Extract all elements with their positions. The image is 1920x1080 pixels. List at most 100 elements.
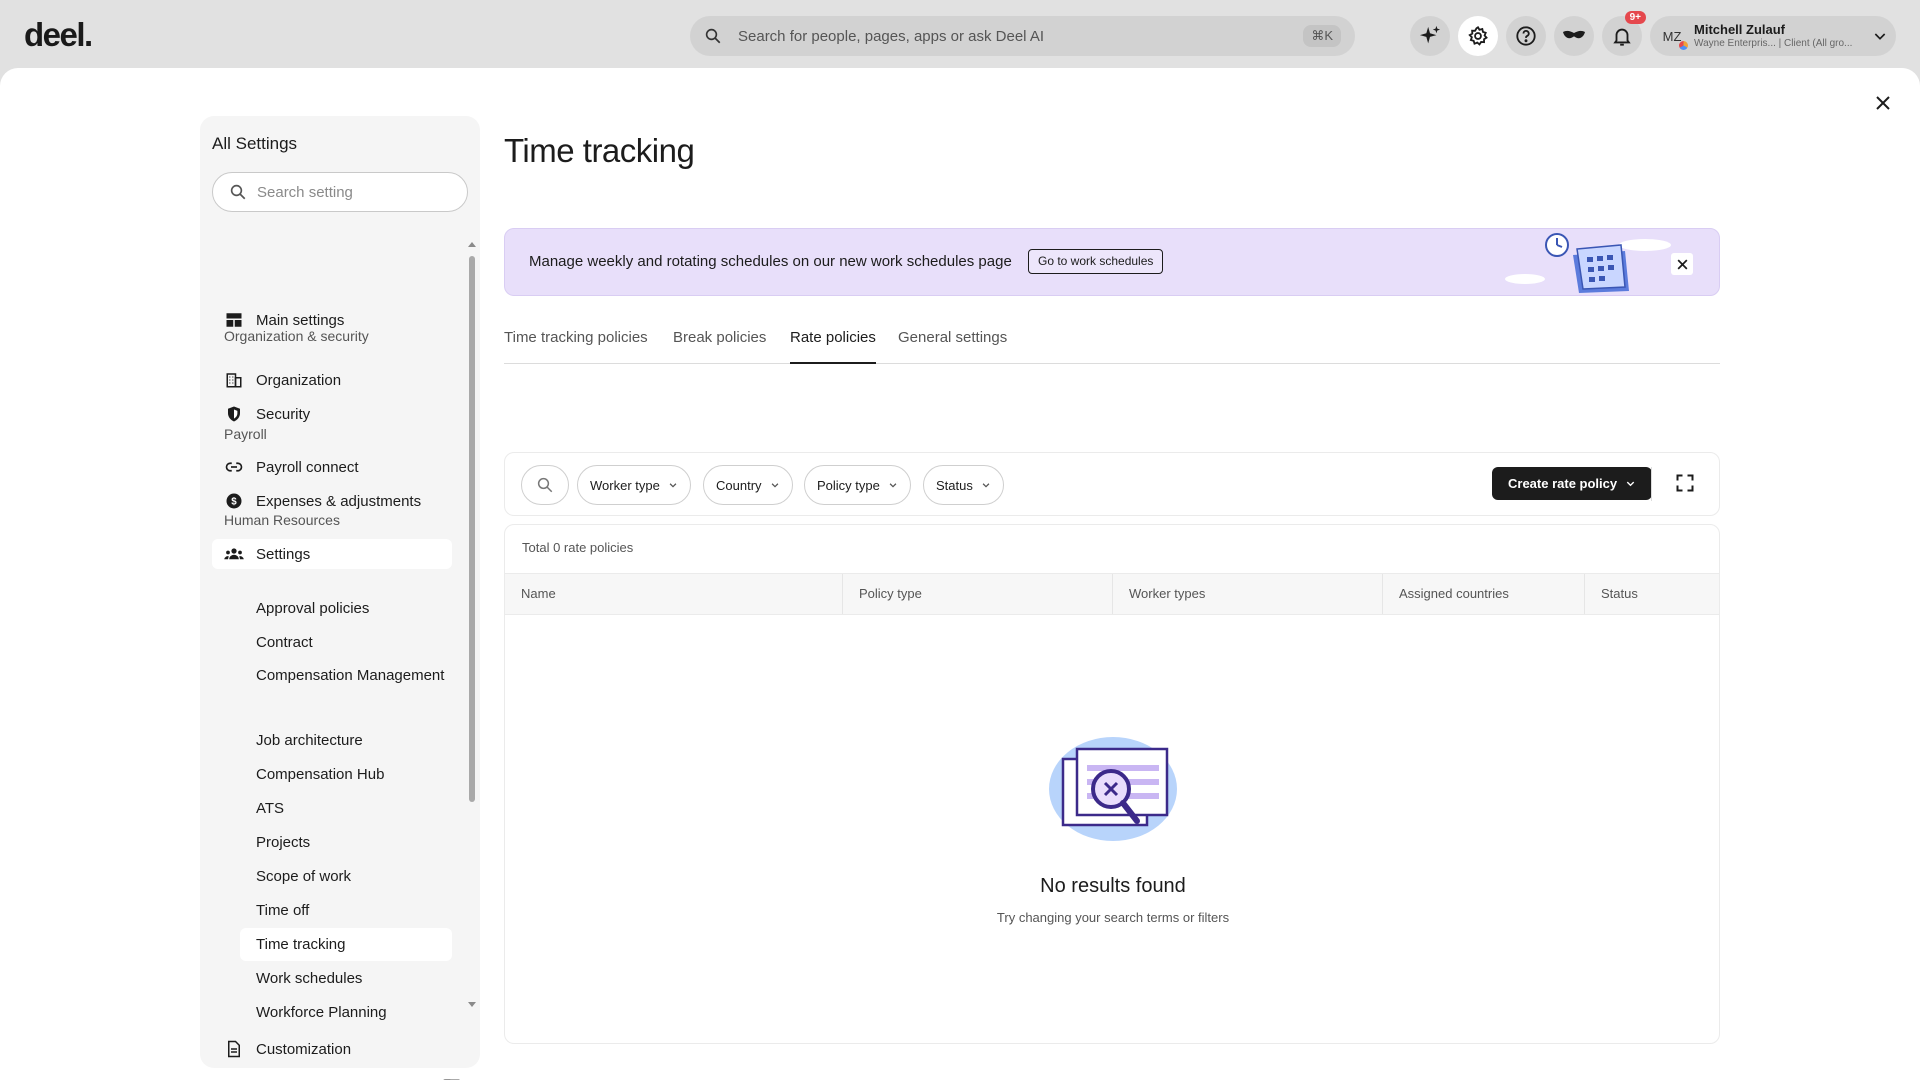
user-name: Mitchell Zulauf xyxy=(1694,23,1785,38)
sidebar-item-label: Payroll connect xyxy=(256,458,359,476)
sidebar-subitem-compensation-management[interactable]: Compensation Management xyxy=(240,659,452,692)
sidebar-subitem-scope-of-work[interactable]: Scope of work xyxy=(240,860,452,893)
country-filter[interactable]: Country xyxy=(703,465,793,505)
notification-count-badge: 9+ xyxy=(1624,11,1646,24)
sidebar-item-label: Customization xyxy=(256,1040,352,1058)
settings-sidebar: All Settings Main settings Organization … xyxy=(200,116,480,1080)
filter-label: Policy type xyxy=(817,477,880,493)
filter-label: Country xyxy=(716,477,762,493)
notifications-button[interactable]: 9+ xyxy=(1602,11,1646,56)
bell-icon xyxy=(1613,28,1631,46)
document-icon xyxy=(224,1039,244,1059)
tab-general-settings[interactable]: General settings xyxy=(898,328,1007,364)
worker-type-filter[interactable]: Worker type xyxy=(577,465,691,505)
sidebar-subitem-time-tracking[interactable]: Time tracking xyxy=(240,928,452,961)
settings-sheet: All Settings Main settings Organization … xyxy=(0,68,1920,1080)
sidebar-subitem-workforce-planning[interactable]: Workforce Planning xyxy=(240,996,452,1029)
chevron-down-icon xyxy=(1874,33,1886,40)
banner-text: Manage weekly and rotating schedules on … xyxy=(529,253,1012,270)
sidebar-item-payroll-connect[interactable]: Payroll connect xyxy=(212,452,452,482)
sidebar-subitem-contract[interactable]: Contract xyxy=(240,626,452,659)
sidebar-subitem-approval-policies[interactable]: Approval policies xyxy=(240,592,452,625)
top-bar: deel. Search for people, pages, apps or … xyxy=(0,0,1920,70)
sidebar-subitem-ats[interactable]: ATS xyxy=(240,792,452,825)
filter-bar: Worker type Country Policy type Status C… xyxy=(504,452,1720,516)
no-results-illustration xyxy=(1049,737,1177,841)
building-icon xyxy=(224,370,244,390)
avatar-initials: MZ xyxy=(1662,28,1682,44)
tab-break-policies[interactable]: Break policies xyxy=(673,328,766,364)
status-filter[interactable]: Status xyxy=(923,465,1004,505)
sidebar-subitem-time-off[interactable]: Time off xyxy=(240,894,452,927)
sidebar-item-organization[interactable]: Organization xyxy=(212,365,452,395)
global-search-bar[interactable]: Search for people, pages, apps or ask De… xyxy=(690,16,1355,56)
section-payroll: Payroll xyxy=(224,426,267,442)
filter-label: Status xyxy=(936,477,973,493)
calendar-clock-illustration xyxy=(1505,233,1671,293)
section-human-resources: Human Resources xyxy=(224,512,340,528)
eye-mask-icon xyxy=(1563,30,1585,39)
ai-sparkle-button[interactable] xyxy=(1410,16,1450,56)
close-settings-button[interactable] xyxy=(1872,92,1894,114)
chevron-down-icon xyxy=(771,483,778,488)
chevron-down-icon xyxy=(982,483,990,488)
sidebar-item-security[interactable]: Security xyxy=(212,399,452,429)
divider xyxy=(1651,467,1652,501)
go-to-work-schedules-button[interactable]: Go to work schedules xyxy=(1028,249,1164,274)
scrollbar-thumb[interactable] xyxy=(469,256,475,802)
deel-logo[interactable]: deel. xyxy=(24,16,93,54)
chevron-down-icon xyxy=(889,483,897,488)
sidebar-subitem-work-schedules[interactable]: Work schedules xyxy=(240,962,452,995)
create-rate-policy-button[interactable]: Create rate policy xyxy=(1492,467,1653,500)
global-search-placeholder[interactable]: Search for people, pages, apps or ask De… xyxy=(738,28,1303,45)
scroll-down-icon[interactable] xyxy=(468,1002,476,1007)
sidebar-item-label: Organization xyxy=(256,371,342,389)
rate-policies-table: Total 0 rate policies Name Policy type W… xyxy=(504,524,1720,1044)
filter-label: Worker type xyxy=(590,477,660,493)
incognito-mode-button[interactable] xyxy=(1554,16,1594,56)
svg-text:$: $ xyxy=(231,496,237,507)
shield-icon xyxy=(224,404,244,424)
column-name[interactable]: Name xyxy=(505,574,843,614)
tab-time-tracking-policies[interactable]: Time tracking policies xyxy=(504,328,648,364)
sidebar-item-label: Main settings xyxy=(256,311,345,329)
search-icon xyxy=(230,184,246,200)
settings-button[interactable] xyxy=(1458,16,1498,56)
gear-icon xyxy=(1468,25,1488,46)
column-assigned-countries[interactable]: Assigned countries xyxy=(1383,574,1585,614)
column-policy-type[interactable]: Policy type xyxy=(843,574,1113,614)
fullscreen-button[interactable] xyxy=(1675,473,1697,495)
sidebar-subitem-job-architecture[interactable]: Job architecture xyxy=(240,724,452,757)
close-banner-button[interactable] xyxy=(1671,253,1693,275)
scroll-up-icon[interactable] xyxy=(468,242,476,247)
setting-search-field[interactable] xyxy=(212,172,468,212)
column-worker-types[interactable]: Worker types xyxy=(1113,574,1383,614)
user-org: Wayne Enterpris... | Client (All gro... xyxy=(1694,37,1853,49)
sidebar-subitem-compensation-hub[interactable]: Compensation Hub xyxy=(240,758,452,791)
search-icon xyxy=(705,28,721,44)
layout-icon xyxy=(224,310,244,330)
help-button[interactable] xyxy=(1506,16,1546,56)
empty-state-subtitle: Try changing your search terms or filter… xyxy=(996,910,1230,925)
tab-rate-policies[interactable]: Rate policies xyxy=(790,328,876,364)
user-menu[interactable]: MZ Mitchell Zulauf Wayne Enterpris... | … xyxy=(1650,16,1896,56)
sidebar-title: All Settings xyxy=(212,134,298,153)
empty-state-title: No results found xyxy=(1040,875,1186,897)
close-icon xyxy=(1876,96,1890,110)
table-search-button[interactable] xyxy=(521,465,569,505)
sidebar-scrollbar[interactable] xyxy=(468,242,476,1008)
sidebar-item-hr-settings[interactable]: Settings xyxy=(212,539,452,569)
sidebar-item-customization[interactable]: Customization xyxy=(212,1034,452,1064)
link-icon xyxy=(224,457,244,477)
column-status[interactable]: Status xyxy=(1585,574,1719,614)
work-schedules-banner: Manage weekly and rotating schedules on … xyxy=(504,228,1720,296)
dollar-coin-icon: $ xyxy=(224,491,244,511)
policy-type-filter[interactable]: Policy type xyxy=(804,465,911,505)
org-badge-icon xyxy=(1679,41,1688,50)
page-title: Time tracking xyxy=(504,132,695,169)
sidebar-subitem-projects[interactable]: Projects xyxy=(240,826,452,859)
sidebar-item-label: Security xyxy=(256,405,311,423)
setting-search-input[interactable] xyxy=(257,183,447,201)
expand-icon xyxy=(1676,474,1694,492)
create-button-label: Create rate policy xyxy=(1508,476,1618,491)
